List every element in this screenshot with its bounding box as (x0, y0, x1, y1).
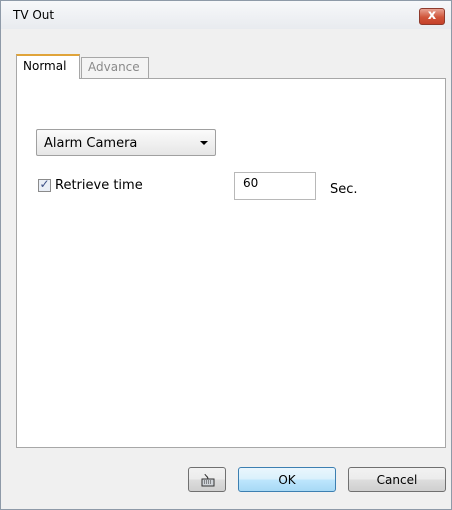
checkmark-icon: ✓ (39, 177, 50, 191)
window-title: TV Out (13, 8, 55, 22)
title-bar[interactable]: TV Out x (1, 1, 451, 29)
keyboard-icon (201, 473, 215, 487)
tab-normal-label: Normal (23, 59, 67, 73)
camera-select-value: Alarm Camera (44, 136, 138, 151)
cancel-button[interactable]: Cancel (348, 467, 446, 492)
retrieve-time-checkbox[interactable]: ✓ (38, 177, 51, 192)
tv-out-dialog: TV Out x Normal Advance (0, 0, 452, 510)
tab-normal[interactable]: Normal (16, 54, 80, 79)
close-icon: x (427, 8, 437, 23)
retrieve-time-input[interactable] (234, 172, 316, 200)
chevron-down-icon (200, 141, 208, 145)
tab-advance[interactable]: Advance (81, 57, 149, 79)
cancel-button-label: Cancel (376, 473, 418, 487)
retrieve-time-label[interactable]: Retrieve time (55, 178, 143, 193)
seconds-unit-label: Sec. (330, 182, 358, 197)
ok-button[interactable]: OK (238, 467, 336, 492)
close-button[interactable]: x (419, 8, 445, 25)
tab-advance-label: Advance (88, 60, 140, 74)
ok-button-label: OK (278, 473, 296, 487)
camera-select[interactable]: Alarm Camera (36, 129, 216, 156)
keyboard-button[interactable] (188, 467, 226, 492)
